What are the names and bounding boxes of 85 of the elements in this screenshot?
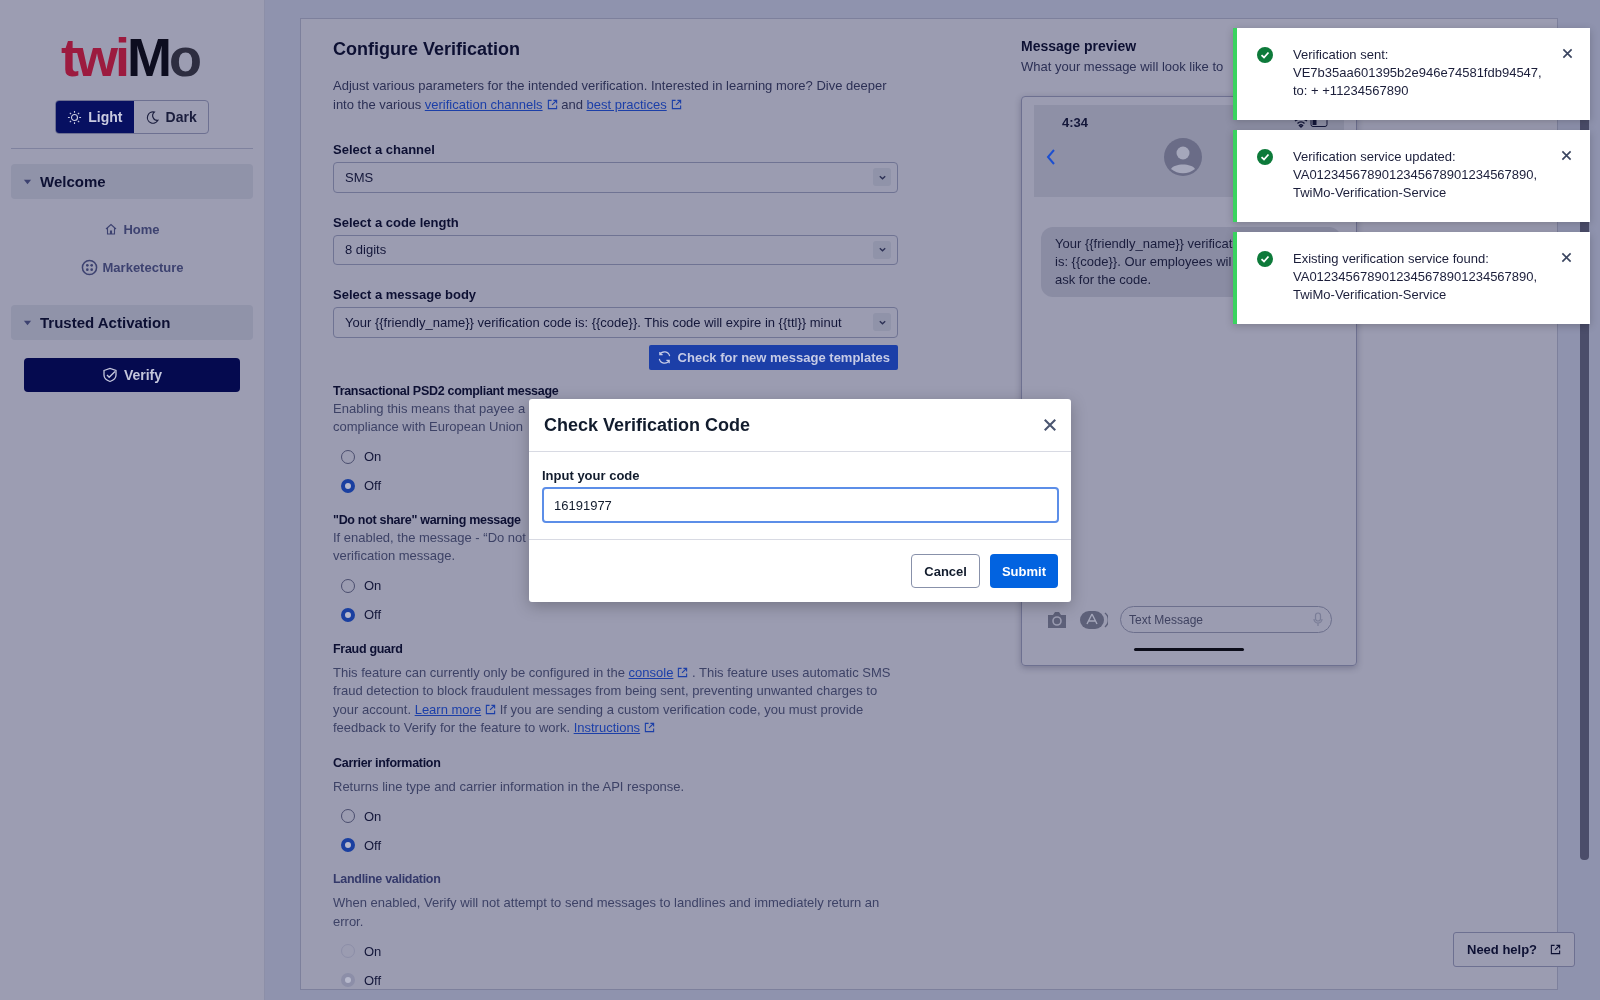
nav-item[interactable]: Verify bbox=[24, 358, 240, 392]
nav-group-header[interactable]: Trusted Activation bbox=[11, 305, 253, 340]
section-description: Enabling this means that payee a compliance with European Union bbox=[333, 399, 526, 436]
need-help-button[interactable]: Need help? bbox=[1453, 932, 1576, 967]
select-field[interactable]: Your {{friendly_name}} verification code is: {{code}}. This code will expire in {{ttl}} minut bbox=[333, 307, 898, 338]
close-icon bbox=[1561, 150, 1572, 161]
section-title: "Do not share" warning message bbox=[333, 512, 521, 527]
close-icon bbox=[1561, 48, 1573, 59]
cancel-button[interactable]: Cancel bbox=[911, 554, 980, 588]
toast-message: Verification sent: VE7b35aa601395b2e946e74581fdb94547, to: + +11234567890 bbox=[1293, 46, 1542, 100]
logo: twiMo bbox=[61, 30, 199, 84]
toast-message: Verification service updated: VA0123456789012345678901234567890, TwiMo-Verification-Service bbox=[1293, 148, 1539, 202]
select-field[interactable]: SMS bbox=[333, 162, 898, 193]
submit-button[interactable]: Submit bbox=[989, 554, 1058, 588]
preview-title: Message preview bbox=[1021, 38, 1138, 54]
section-title: Carrier information bbox=[333, 755, 441, 770]
sun-icon bbox=[67, 109, 83, 125]
nav-group-header[interactable]: Welcome bbox=[11, 164, 253, 199]
radio-label: Off bbox=[364, 478, 382, 493]
chevron-down-icon bbox=[873, 313, 891, 332]
external-link-icon bbox=[1550, 944, 1562, 955]
close-button[interactable] bbox=[1561, 48, 1573, 59]
close-icon bbox=[1043, 418, 1057, 432]
section-title: Fraud guard bbox=[333, 641, 403, 656]
section-description: Returns line type and carrier information in the API response. bbox=[333, 777, 686, 796]
radio-label: On bbox=[364, 808, 382, 824]
external-link-icon bbox=[644, 722, 656, 733]
text-link[interactable]: Learn more bbox=[414, 701, 497, 717]
radio-label: On bbox=[364, 578, 382, 593]
chevron-down-icon bbox=[873, 240, 891, 259]
caret-icon bbox=[23, 318, 32, 327]
external-link-icon bbox=[677, 666, 689, 678]
text-link[interactable]: best practices bbox=[586, 97, 682, 112]
text-link[interactable]: console bbox=[628, 664, 689, 680]
radio-button[interactable] bbox=[341, 478, 355, 493]
select-field[interactable]: 8 digits bbox=[333, 234, 898, 266]
code-input[interactable]: 16191977 bbox=[542, 487, 1059, 523]
radio-label: Off bbox=[364, 607, 382, 622]
text-message-field[interactable]: Text Message bbox=[1120, 606, 1332, 633]
shield-check-icon bbox=[101, 367, 118, 383]
app-store-icon[interactable] bbox=[1080, 609, 1108, 630]
dots-circle-icon bbox=[80, 258, 98, 276]
nav-item[interactable]: Marketecture bbox=[80, 255, 184, 279]
check-circle-icon bbox=[1257, 251, 1273, 267]
close-icon bbox=[1561, 252, 1572, 263]
radio-button[interactable] bbox=[341, 607, 355, 622]
radio-label: On bbox=[364, 449, 382, 464]
house-icon bbox=[104, 222, 119, 236]
radio-label: Off bbox=[364, 837, 382, 853]
refresh-icon bbox=[656, 349, 672, 365]
close-button[interactable] bbox=[1561, 252, 1572, 263]
close-button[interactable] bbox=[1043, 418, 1057, 432]
status-time: 4:34 bbox=[1062, 115, 1089, 130]
section-description: This feature can currently only be configured in the console . This feature uses automatic SMS fraud detection to block fraudulent messages from being sent, preventing unwanted charges to your account. Learn more If you are sending a custom verification code, you must provide feedback to Verify for the feature to work. Instructions bbox=[333, 663, 892, 737]
radio-button[interactable] bbox=[341, 838, 355, 852]
caret-icon bbox=[23, 177, 32, 186]
external-link-icon bbox=[546, 99, 558, 110]
moon-icon bbox=[144, 109, 160, 125]
check-circle-icon bbox=[1257, 47, 1273, 63]
field-label: Select a message body bbox=[333, 287, 478, 303]
text-link[interactable]: verification channels bbox=[424, 97, 558, 112]
section-description: When enabled, Verify will not attempt to send messages to landlines and immediately return an error. bbox=[333, 894, 881, 931]
theme-toggle-button[interactable]: Dark bbox=[133, 101, 208, 133]
check-circle-icon bbox=[1257, 149, 1273, 165]
avatar-icon bbox=[1164, 138, 1202, 176]
microphone-icon bbox=[1313, 612, 1323, 627]
close-button[interactable] bbox=[1561, 150, 1572, 161]
field-label: Select a code length bbox=[333, 214, 460, 230]
section-title: Landline validation bbox=[333, 872, 441, 886]
dialog-title: Check Verification Code bbox=[544, 414, 751, 436]
check-templates-button[interactable]: Check for new message templates bbox=[648, 344, 898, 370]
radio-label: Off bbox=[364, 972, 382, 988]
field-label: Input your code bbox=[542, 468, 641, 483]
section-description: If enabled, the message - “Do not verification message. bbox=[333, 528, 526, 565]
nav-item[interactable]: Home bbox=[104, 217, 160, 241]
chevron-down-icon bbox=[873, 168, 891, 187]
theme-toggle-button[interactable]: Light bbox=[56, 101, 134, 133]
external-link-icon bbox=[670, 99, 682, 110]
page-title: Configure Verification bbox=[333, 39, 522, 60]
field-label: Select a channel bbox=[333, 142, 436, 157]
section-title: Transactional PSD2 compliant message bbox=[333, 383, 559, 398]
text-link[interactable]: Instructions bbox=[573, 720, 656, 735]
intro-text: Adjust various parameters for the intended verification. Interested in learning more? Dive deeper into the various verification channels and best practices bbox=[333, 77, 888, 114]
radio-label: On bbox=[364, 943, 382, 959]
external-link-icon bbox=[485, 703, 497, 715]
